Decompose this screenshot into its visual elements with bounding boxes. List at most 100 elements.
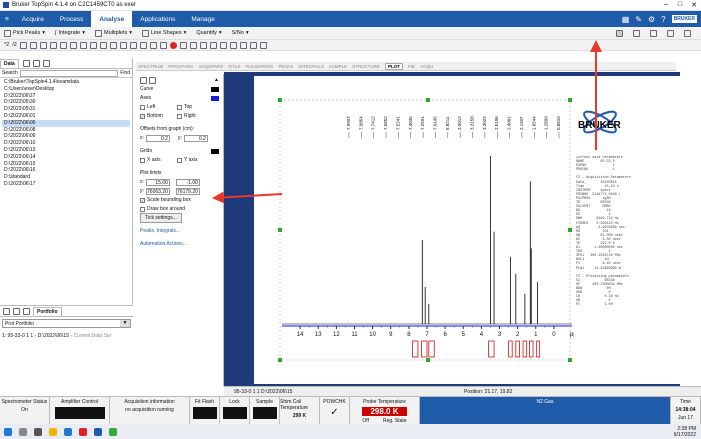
scale-down-button[interactable]: /2 (12, 42, 17, 48)
fit-width-icon[interactable] (149, 41, 157, 49)
offset-x-field[interactable]: 0.2 (145, 134, 170, 142)
tab-acquire[interactable]: Acquire (14, 11, 52, 27)
undo-icon[interactable] (119, 41, 127, 49)
tab-data[interactable]: Data (0, 58, 19, 68)
bottom-checkbox[interactable]: ✓ (140, 113, 145, 119)
fit-height-icon[interactable] (159, 41, 167, 49)
print-icon[interactable] (616, 29, 623, 37)
scale-up-button[interactable]: *2 (4, 42, 9, 48)
xlim-right-field[interactable]: -1.00 (175, 178, 200, 186)
image-icon[interactable] (249, 41, 257, 49)
curve-color-swatch[interactable] (211, 86, 219, 92)
help-icon[interactable]: ? (661, 15, 665, 24)
tab-process[interactable]: Process (52, 11, 91, 27)
edit-icon[interactable]: ✎ (635, 15, 642, 24)
tab-sample[interactable]: SAMPLE (329, 64, 347, 69)
tab-peaks[interactable]: PEAKS (278, 64, 293, 69)
tree-item[interactable]: D:\2022\06\27 (2, 93, 130, 100)
amplifier-control[interactable]: Amplifier Control (50, 397, 110, 424)
tab-fid[interactable]: FID (408, 64, 415, 69)
tab-structure[interactable]: STRUCTURE (352, 64, 380, 69)
multiplets-button[interactable]: Multiplets ▾ (94, 29, 132, 37)
tab-integrals[interactable]: INTEGRALS (298, 64, 324, 69)
fit-flash[interactable]: Fit Flash (190, 397, 220, 424)
integrate-button[interactable]: ∫ Integrate ▾ (55, 30, 85, 36)
acquisition-info[interactable]: Acquisition information no acquisition ru… (110, 397, 190, 424)
spectrum-plot[interactable]: 14131211109876543210ppm7.99977.98547.741… (278, 96, 574, 364)
tree-item[interactable]: D:\2022\06\14 (2, 154, 130, 161)
powchk[interactable]: POWCHK ✓ (320, 397, 350, 424)
quantify-button[interactable]: Quantify ▾ (196, 30, 221, 36)
tab-plot[interactable]: PLOT (384, 62, 403, 70)
edge-icon[interactable] (64, 427, 72, 436)
pick-peaks-button[interactable]: Pick Peaks ▾ (4, 29, 45, 37)
ylim-low-field[interactable]: 76063.20 (145, 187, 170, 195)
left-checkbox[interactable] (140, 104, 145, 110)
line-icon[interactable] (199, 41, 207, 49)
grid-color-swatch[interactable] (211, 148, 219, 154)
save-icon[interactable] (667, 29, 674, 37)
automation-actions-link[interactable]: Automation Actions... (140, 241, 187, 247)
shift-left-icon[interactable] (49, 41, 57, 49)
structure-icon[interactable] (239, 41, 247, 49)
tree-item[interactable]: C:\Users\exer\Desktop (2, 86, 130, 93)
shift-right-icon[interactable] (59, 41, 67, 49)
grid-icon[interactable] (69, 41, 77, 49)
cursor-icon[interactable] (89, 41, 97, 49)
zoom-box-icon[interactable] (109, 41, 117, 49)
tree-item[interactable]: D:\standard (2, 174, 130, 181)
windows-start-icon[interactable] (4, 427, 12, 436)
line-shapes-button[interactable]: Line Shapes ▾ (141, 29, 186, 37)
tree-item[interactable]: D:\2022\06\06 (2, 119, 130, 127)
export-icon[interactable] (650, 29, 657, 37)
tab-acqu[interactable]: ACQU (420, 64, 433, 69)
probe-temperature[interactable]: Probe Temperature 298.0 K Off Reg. State (350, 397, 420, 424)
n2-gas-panel[interactable]: N2 Gas (420, 397, 671, 424)
hand-icon[interactable] (99, 41, 107, 49)
tree-item[interactable]: D:\2022\06\01 (2, 113, 130, 120)
axes-color-swatch[interactable] (211, 95, 219, 101)
tree-item[interactable]: D:\2022\05\30 (2, 99, 130, 106)
top-checkbox[interactable] (177, 104, 182, 110)
zoom-fit-icon[interactable] (39, 41, 47, 49)
peaks-integrals-link[interactable]: Peaks, Integrals... (140, 228, 180, 234)
file-explorer-icon[interactable] (49, 427, 57, 436)
tree-item[interactable]: D:\2022\06\09 (2, 133, 130, 140)
tree-item[interactable]: D:\2022\06\10 (2, 140, 130, 147)
shim-temperature[interactable]: Shim Coil Temperature 299 K (280, 397, 320, 424)
draw-box-checkbox[interactable] (140, 206, 145, 212)
refresh-icon[interactable] (13, 307, 20, 315)
ylim-high-field[interactable]: 76179.20 (175, 187, 200, 195)
bookmark-icon[interactable] (42, 59, 50, 67)
tree-item[interactable]: D:\2022\06\16 (2, 167, 130, 174)
sheet-icon[interactable] (684, 29, 691, 37)
search-input[interactable] (19, 69, 119, 77)
portfolio-row[interactable]: 1: 95-33-0 1 1 - D:\2022\06\15 - Current… (0, 330, 133, 342)
layout-icon[interactable] (139, 41, 147, 49)
tab-applications[interactable]: Applications (132, 11, 183, 27)
folder-icon[interactable] (23, 307, 30, 315)
settings-grid-icon[interactable]: ▦ (622, 15, 630, 24)
portfolio-select[interactable]: Prot Portfolio ▼ (2, 319, 131, 328)
tab-portfolio[interactable]: Portfolio (33, 306, 62, 316)
menu-icon[interactable]: ≡ (0, 11, 14, 27)
spectrometer-status[interactable]: Spectrometer Status On (0, 397, 50, 424)
tab-acqupars[interactable]: ACQUPARS (198, 64, 223, 69)
yaxis-checkbox[interactable] (177, 157, 182, 163)
xlim-left-field[interactable]: 15.00 (145, 178, 170, 186)
tick-settings-button[interactable]: Tick settings... (140, 213, 182, 223)
zoom-in-icon[interactable] (19, 41, 27, 49)
tab-pulseprog[interactable]: PULSEPROG (245, 64, 273, 69)
gear-icon[interactable]: ⚙ (648, 15, 655, 24)
scale-bb-checkbox[interactable]: ✓ (140, 197, 145, 203)
tab-spectrum[interactable]: SPECTRUM (138, 64, 163, 69)
lock-display[interactable]: Lock (220, 397, 250, 424)
redo-icon[interactable] (129, 41, 137, 49)
tab-manage[interactable]: Manage (183, 11, 223, 27)
overlay-icon[interactable] (79, 41, 87, 49)
search-icon[interactable] (19, 427, 27, 436)
tree-item[interactable]: D:\2022\06\15 (2, 161, 130, 168)
find-button[interactable]: Find (120, 70, 130, 76)
xaxis-checkbox[interactable] (140, 157, 145, 163)
offset-y-field[interactable]: 0.2 (183, 134, 208, 142)
